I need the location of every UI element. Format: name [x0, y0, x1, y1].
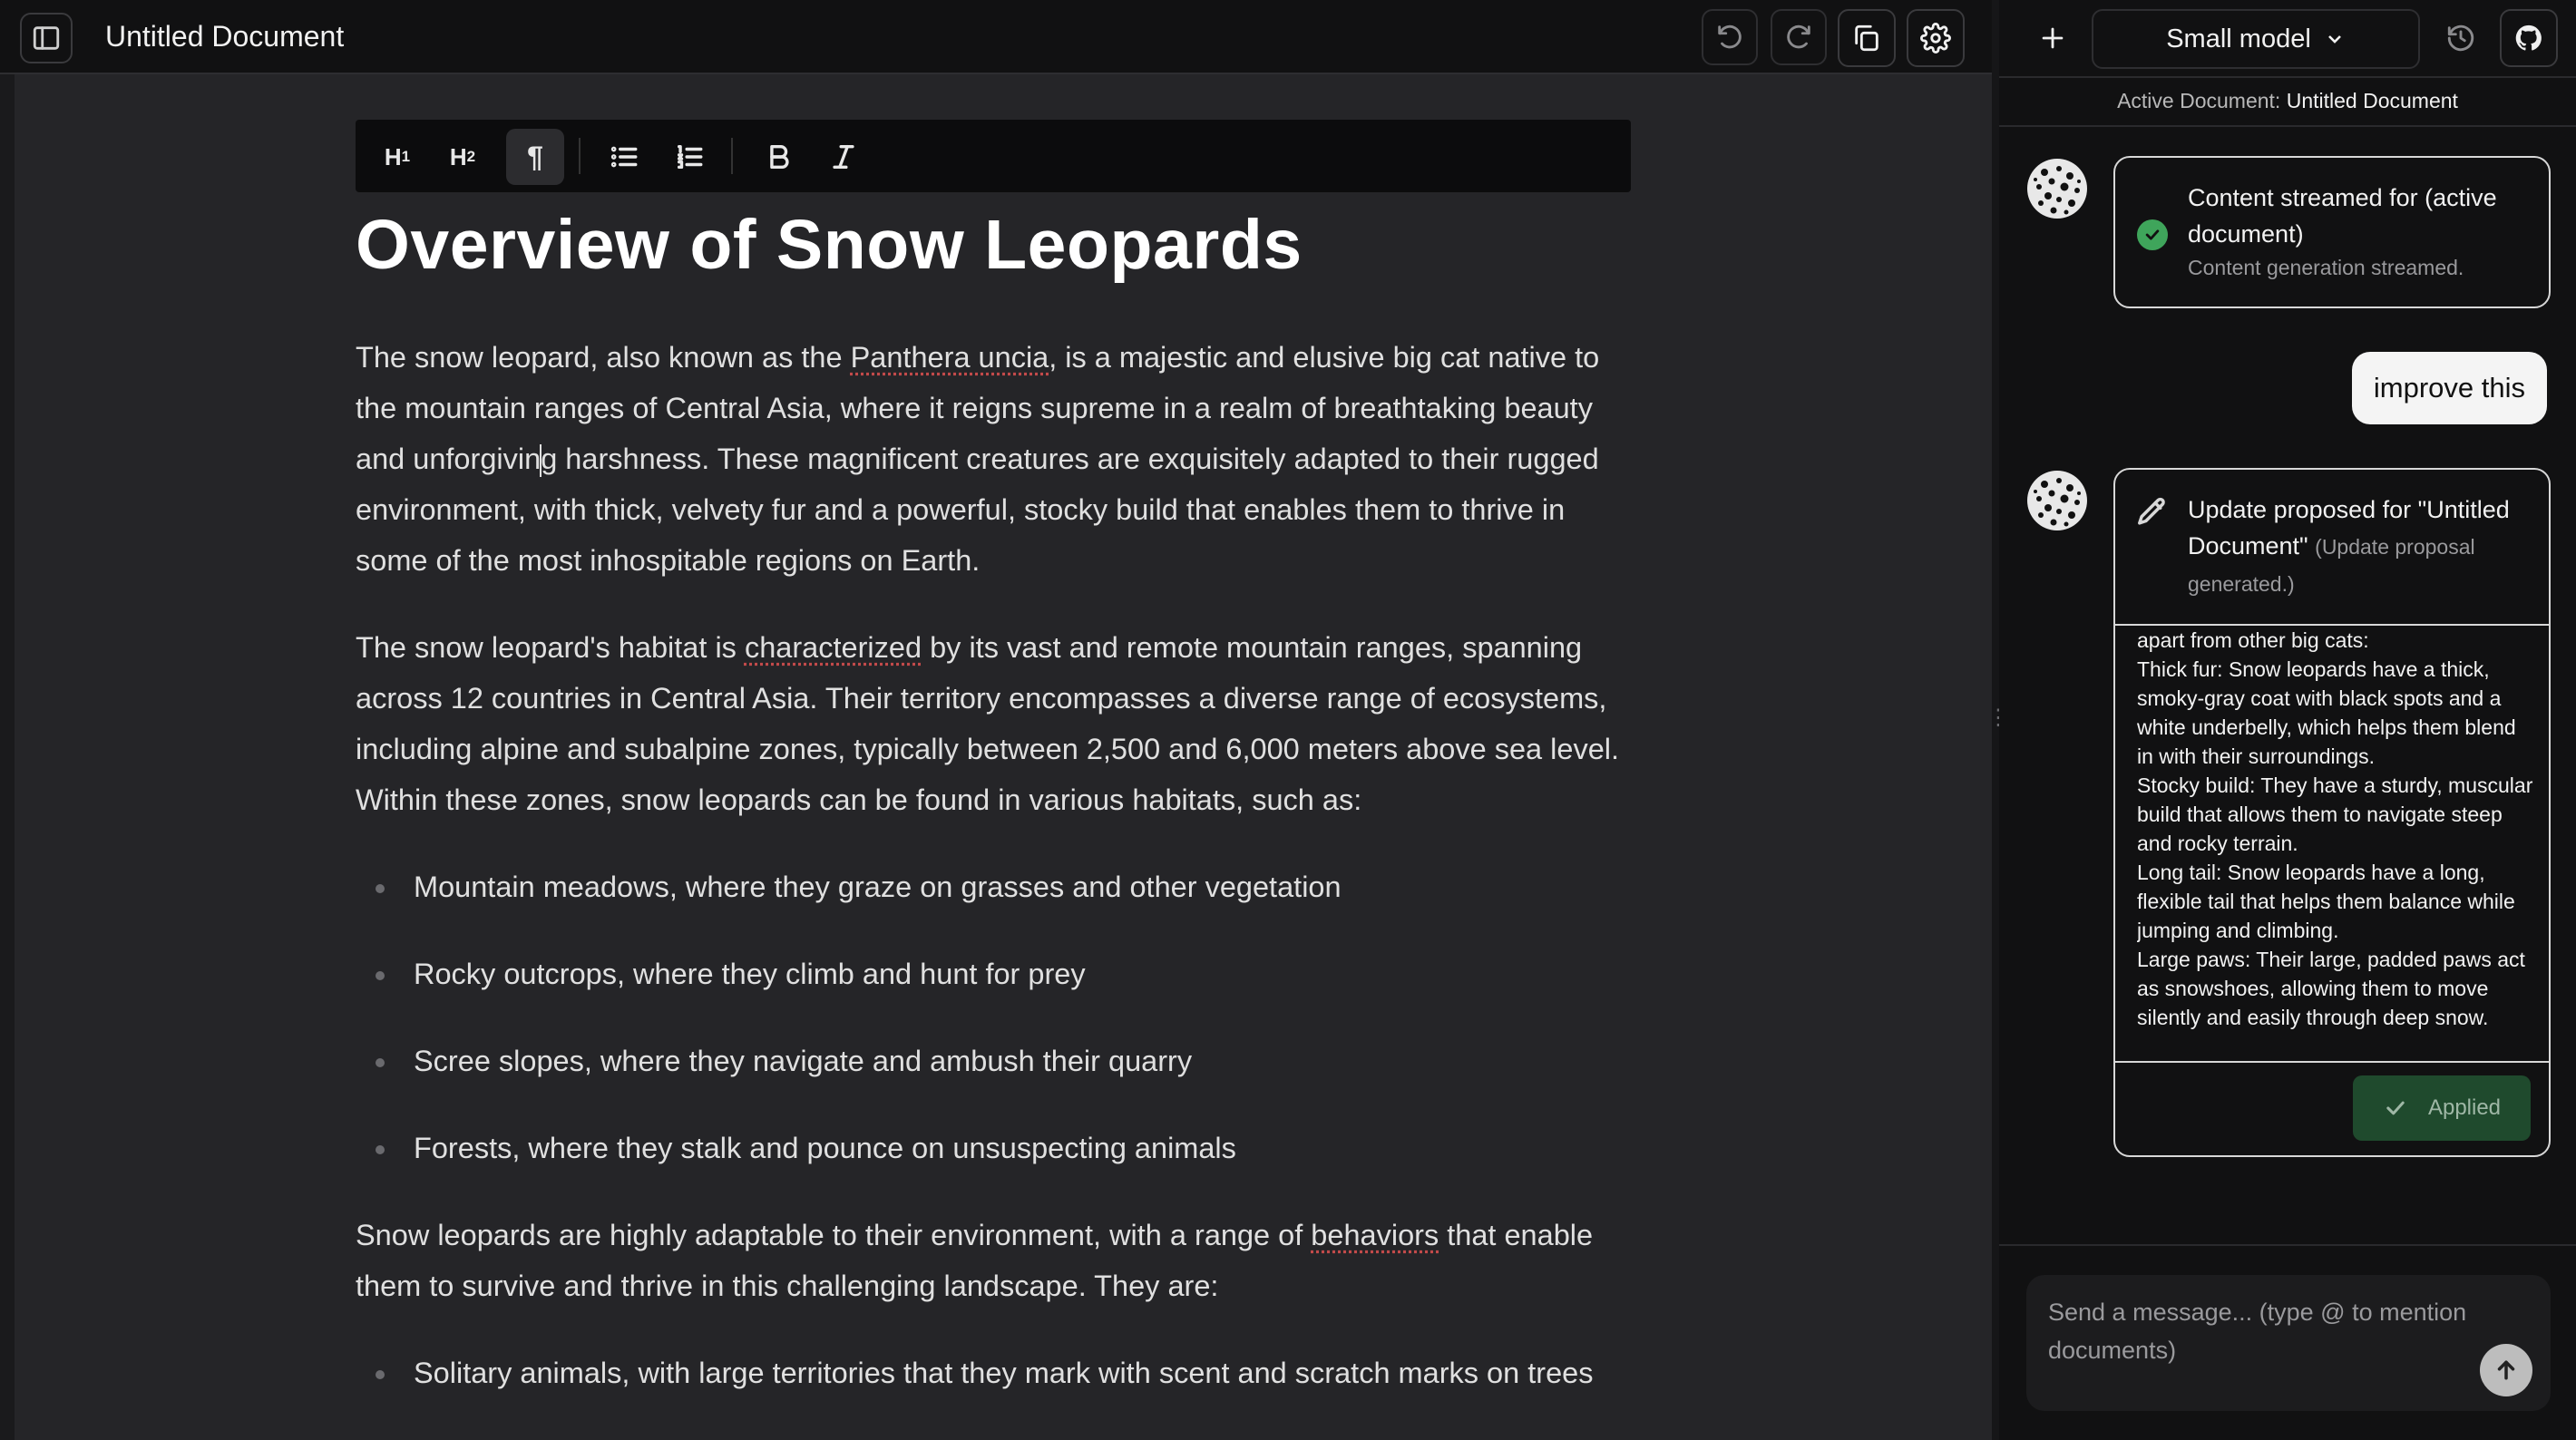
paragraph-button[interactable]: ¶ [506, 129, 564, 185]
github-button[interactable] [2500, 9, 2558, 67]
list-item: Mountain meadows, where they graze on gr… [356, 861, 1631, 912]
redo-button[interactable] [1771, 9, 1827, 65]
undo-icon [1718, 24, 1742, 49]
bullet-list-button[interactable] [595, 129, 653, 185]
editor-topbar: Untitled Document [0, 0, 1992, 74]
h1-label: H [384, 142, 402, 170]
paragraph-text: The snow leopard's habitat is [356, 631, 745, 664]
h2-sub: 2 [466, 148, 476, 165]
undo-button[interactable] [1702, 9, 1758, 65]
h1-sub: 1 [401, 148, 411, 165]
message-input[interactable] [2048, 1293, 2502, 1393]
check-circle-icon [2137, 219, 2168, 250]
document-heading: Overview of Snow Leopards [356, 206, 1303, 284]
format-toolbar: H1 H2 ¶ [356, 120, 1631, 192]
assistant-avatar [2025, 156, 2090, 221]
proposal-preview[interactable]: apart from other big cats: Thick fur: Sn… [2137, 626, 2536, 1059]
spellcheck-word[interactable]: behaviors [1311, 1219, 1439, 1251]
active-document-indicator: Active Document: Untitled Document [1999, 89, 2576, 113]
bullet-list-icon [610, 146, 638, 168]
list-item: Forests, where they stalk and pounce on … [356, 1123, 1631, 1173]
divider-line [1999, 125, 2576, 127]
h2-label: H [449, 142, 467, 170]
applied-label: Applied [2427, 1095, 2502, 1120]
assistant-message: Content streamed for (active document) C… [2113, 156, 2551, 308]
habitat-list: Mountain meadows, where they graze on gr… [356, 861, 1631, 1173]
update-proposal-message: Update proposed for "Untitled Document" … [2113, 468, 2551, 1157]
toolbar-separator [731, 138, 733, 174]
arrow-up-icon [2497, 1360, 2515, 1380]
italic-icon [833, 144, 854, 170]
message-title: Update proposed for "Untitled Document" … [2188, 491, 2542, 602]
gear-icon [1920, 23, 1951, 54]
paragraph-text: Snow leopards are highly adaptable to th… [356, 1219, 1312, 1251]
pencil-icon [2135, 495, 2170, 530]
divider-line [1999, 1244, 2576, 1246]
assistant-avatar [2025, 468, 2090, 533]
paragraph-text: The snow leopard, also known as the [356, 341, 851, 374]
user-message: improve this [2351, 352, 2547, 424]
spellcheck-word[interactable]: characterized [745, 631, 922, 664]
chat-pane: Small model Active Document: Untitled Do… [1999, 0, 2576, 1440]
paragraph-text: g harshness. These magnificent creatures… [356, 443, 1599, 577]
spellcheck-word[interactable]: Panthera uncia [851, 341, 1049, 374]
paragraph-intro: The snow leopard, also known as the Pant… [356, 332, 1631, 586]
github-icon [2515, 24, 2542, 51]
copy-icon [1855, 24, 1878, 52]
list-item: Rocky outcrops, where they climb and hun… [356, 949, 1631, 999]
model-select[interactable]: Small model [2092, 9, 2420, 69]
trait-list: Solitary animals, with large territories… [356, 1348, 1631, 1398]
document-body[interactable]: Overview of Snow Leopards The snow leopa… [356, 203, 1631, 1435]
bold-button[interactable] [749, 129, 807, 185]
heading-1-button[interactable]: H1 [368, 129, 426, 185]
send-button[interactable] [2480, 1344, 2532, 1396]
document-title: Untitled Document [105, 20, 345, 53]
paragraph-behavior: Snow leopards are highly adaptable to th… [356, 1210, 1631, 1311]
message-composer [2026, 1275, 2551, 1411]
divider-line [1999, 76, 2576, 78]
history-icon [2447, 24, 2474, 52]
redo-icon [1787, 24, 1810, 49]
avatar-icon [2027, 471, 2087, 530]
sidebar-icon [33, 26, 60, 50]
model-select-label: Small model [2166, 24, 2311, 54]
italic-button[interactable] [815, 129, 873, 185]
bold-icon [770, 144, 789, 170]
plus-icon [2042, 27, 2064, 49]
avatar-icon [2027, 159, 2087, 219]
toolbar-separator [579, 138, 581, 174]
check-icon [2386, 1101, 2405, 1115]
history-button[interactable] [2433, 9, 2489, 67]
active-doc-name: Untitled Document [2286, 89, 2458, 112]
numbered-list-button[interactable] [660, 129, 718, 185]
sidebar-toggle-button[interactable] [20, 13, 73, 63]
copy-button[interactable] [1838, 9, 1896, 67]
paragraph-icon: ¶ [527, 140, 543, 173]
editor-gutter [0, 74, 15, 1440]
editor-pane: Untitled Document H1 H2 ¶ Overview of Sn… [0, 0, 1992, 1440]
message-subtitle: Content generation streamed. [2188, 256, 2464, 279]
new-chat-button[interactable] [2026, 9, 2079, 67]
message-title: Content streamed for (active document) [2188, 184, 2497, 248]
active-doc-label: Active Document: [2117, 89, 2281, 112]
list-item: Solitary animals, with large territories… [356, 1348, 1631, 1398]
list-item: Scree slopes, where they navigate and am… [356, 1036, 1631, 1086]
chevron-down-icon [2327, 35, 2341, 44]
divider-line [2115, 1061, 2549, 1063]
settings-button[interactable] [1907, 9, 1965, 67]
heading-2-button[interactable]: H2 [434, 129, 492, 185]
paragraph-habitat: The snow leopard's habitat is characteri… [356, 622, 1631, 825]
numbered-list-icon [677, 144, 703, 170]
applied-button[interactable]: Applied [2353, 1075, 2531, 1141]
